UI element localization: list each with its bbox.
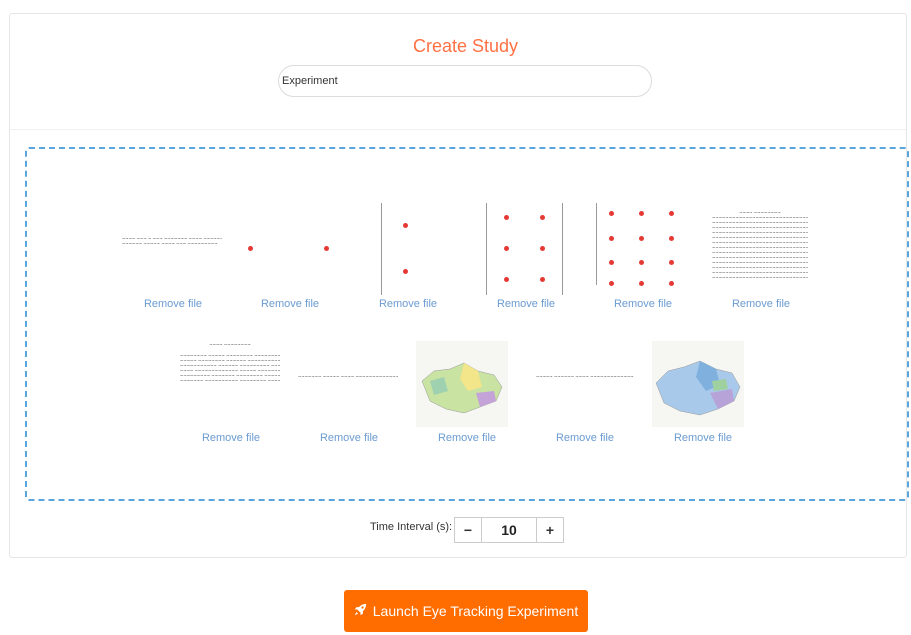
study-name-input[interactable]	[278, 65, 652, 97]
file-thumbnail-11	[652, 341, 744, 427]
file-thumbnail-5	[596, 203, 696, 295]
remove-file-link[interactable]: Remove file	[412, 432, 522, 444]
file-dropzone[interactable]	[25, 147, 909, 501]
remove-file-link[interactable]: Remove file	[648, 432, 758, 444]
remove-file-link[interactable]: Remove file	[471, 298, 581, 310]
time-interval-input[interactable]	[482, 518, 536, 542]
rocket-icon	[354, 603, 367, 619]
file-thumbnail-1: ~~~~ ~~~ ~ ~~~ ~~~~~~~ ~~~~ ~~~~~~ ~~~~~…	[122, 236, 222, 246]
file-thumbnail-7: ~~~~ ~~~~~~~~ ~~~~~~~~ ~~~~~ ~~~~~~~~ ~~…	[180, 342, 280, 383]
file-thumbnail-2	[240, 240, 340, 260]
file-thumbnail-9	[416, 341, 508, 427]
file-thumbnail-4	[486, 203, 564, 295]
launch-label: Launch Eye Tracking Experiment	[372, 603, 579, 619]
remove-file-link[interactable]: Remove file	[294, 432, 404, 444]
increment-button[interactable]: +	[536, 518, 563, 542]
time-interval-label: Time Interval (s):	[370, 521, 453, 533]
remove-file-link[interactable]: Remove file	[176, 432, 286, 444]
divider	[10, 129, 906, 130]
file-thumbnail-3	[381, 203, 431, 295]
file-thumbnail-6: ~~~~ ~~~~~~~~ ~~~~~~~~~~~~~~~~~~~~~~~~~~…	[712, 210, 808, 280]
remove-file-link[interactable]: Remove file	[353, 298, 463, 310]
file-thumbnail-8: ~~~~~~~ ~~~~~ ~~~~ ~~~~~~~~~~~~~~	[298, 374, 398, 379]
decrement-button[interactable]: −	[455, 518, 482, 542]
remove-file-link[interactable]: Remove file	[118, 298, 228, 310]
time-interval-stepper: − +	[454, 517, 564, 543]
launch-experiment-button[interactable]: Launch Eye Tracking Experiment	[344, 590, 588, 632]
remove-file-link[interactable]: Remove file	[706, 298, 816, 310]
remove-file-link[interactable]: Remove file	[530, 432, 640, 444]
remove-file-link[interactable]: Remove file	[588, 298, 698, 310]
remove-file-link[interactable]: Remove file	[235, 298, 345, 310]
file-thumbnail-10: ~~~~~ ~~~~~~ ~~~~ ~~~~~~~~~~~~~	[536, 374, 634, 379]
page-title: Create Study	[412, 36, 519, 56]
